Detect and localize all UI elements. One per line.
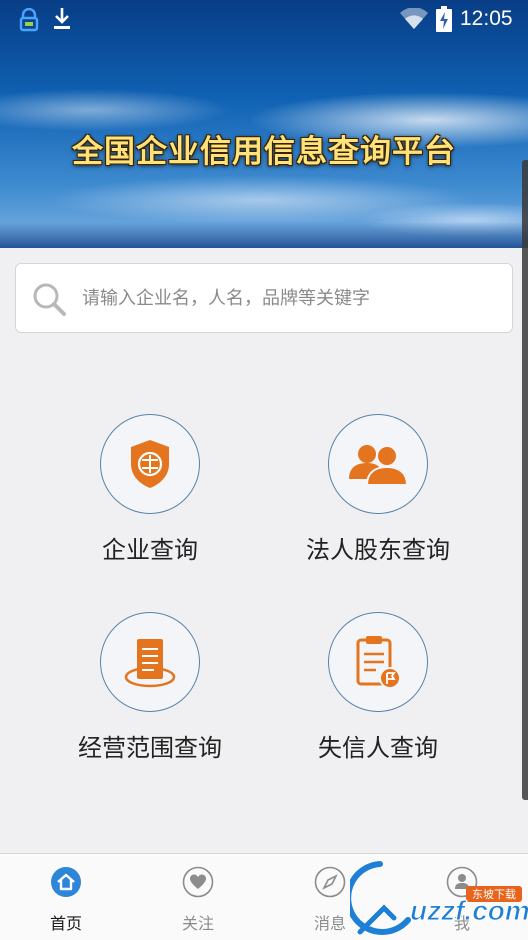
search-box[interactable] [15,263,513,333]
grid-label: 企业查询 [102,536,198,564]
search-icon [33,283,66,316]
grid-icon-circle [100,414,200,514]
grid-icon-circle [328,414,428,514]
status-time: 12:05 [460,7,513,30]
grid-icon-circle [328,612,428,712]
grid-item-dishonest-person-search[interactable]: 失信人查询 [268,612,488,763]
status-bar: 12:05 [0,0,528,40]
grid-icon-circle [100,612,200,712]
scroll-edge-indicator [522,160,528,800]
shield-badge-icon [131,440,169,488]
document-stack-icon [124,639,176,688]
compass-icon [314,866,346,898]
grid-label: 经营范围查询 [78,734,222,762]
watermark-logo: 东坡下载 uzzf.com [350,861,528,935]
wifi-icon [400,8,428,29]
nav-label: 关注 [181,914,214,933]
svg-text:uzzf.com: uzzf.com [410,895,528,926]
people-icon [349,445,409,486]
home-icon [51,867,81,897]
grid-item-business-scope-search[interactable]: 经营范围查询 [40,612,260,763]
heart-icon [182,866,214,898]
grid-label: 法人股东查询 [306,536,450,564]
nav-item-follow[interactable]: 关注 [132,866,264,934]
search-input[interactable] [82,264,502,332]
banner-title: 全国企业信用信息查询平台 [72,134,456,170]
grid-label: 失信人查询 [318,734,438,762]
battery-charging-icon [436,6,452,32]
grid-item-company-search[interactable]: 企业查询 [40,414,260,565]
clipboard-flag-icon [356,636,401,689]
download-icon [54,8,70,29]
lock-icon [19,8,39,32]
nav-label: 首页 [49,914,82,933]
grid-item-legal-person-search[interactable]: 法人股东查询 [268,414,488,565]
banner-fade [0,222,528,248]
nav-item-home[interactable]: 首页 [0,866,132,934]
banner: 12:05 全国企业信用信息查询平台 [0,0,528,248]
